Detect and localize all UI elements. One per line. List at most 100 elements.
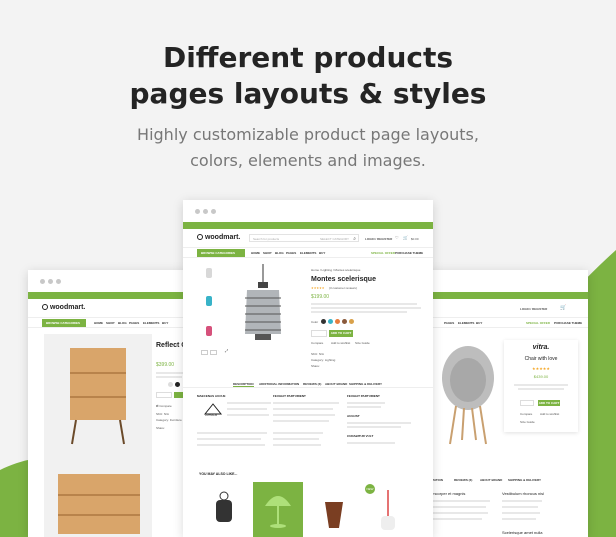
site-logo[interactable]: woodmart.: [197, 234, 240, 241]
headline: Different products pages layouts & style…: [0, 40, 616, 112]
window-chrome: [420, 270, 588, 292]
top-bar: [183, 222, 433, 229]
top-bar: [420, 292, 588, 299]
nav-item[interactable]: BUY: [162, 321, 168, 325]
cart-total[interactable]: $0.00: [411, 237, 419, 241]
nav-item[interactable]: PAGES: [286, 251, 296, 255]
tab-shipping[interactable]: SHIPPING & DELIVERY: [349, 382, 382, 386]
nav-item[interactable]: SHOP: [106, 321, 115, 325]
nav-item[interactable]: HOME: [94, 321, 103, 325]
product-price: $399.00: [156, 362, 175, 368]
thumbnail-3[interactable]: [203, 324, 215, 338]
wishlist-icon[interactable]: ♡: [395, 235, 399, 240]
gallery-arrow-left[interactable]: [201, 350, 208, 355]
zoom-icon[interactable]: ⤢: [225, 348, 228, 353]
nav-item[interactable]: ELEMENTS: [143, 321, 159, 325]
special-offer-link[interactable]: SPECIAL OFFER: [371, 251, 395, 255]
swatch-white[interactable]: [168, 382, 173, 387]
swatch-black[interactable]: [321, 319, 326, 324]
nav-item[interactable]: ELEMENTS: [458, 321, 474, 325]
swatch-blue[interactable]: [328, 319, 333, 324]
add-to-cart-button[interactable]: ADD TO CART: [538, 400, 560, 406]
section-title: Vestibulum rhoncus nisl: [502, 491, 545, 496]
search-icon[interactable]: ⌕: [353, 236, 356, 242]
tab-about-brand[interactable]: ABOUT BRAND: [480, 478, 502, 482]
related-product-card[interactable]: [253, 482, 303, 537]
site-header: LOGIN / REGISTER 🛒: [420, 299, 588, 318]
section-title: AUGUST: [347, 414, 360, 418]
nav-item[interactable]: ELEMENTS: [300, 251, 316, 255]
site-logo[interactable]: woodmart.: [42, 304, 85, 311]
logo-icon: [197, 234, 203, 241]
quantity-stepper[interactable]: [311, 330, 327, 337]
size-guide-link[interactable]: Size Guide: [520, 420, 535, 424]
gallery-arrow-right[interactable]: [210, 350, 217, 355]
description-tabs: DESCRIPTION ADDITIONAL INFORMATION REVIE…: [183, 378, 433, 388]
related-product-card[interactable]: [199, 482, 249, 537]
thumbnail-2[interactable]: [203, 294, 215, 308]
product-card: vitra. Chair with love ★★★★★ $439.00 ADD…: [504, 340, 578, 432]
tab-about-brand[interactable]: ABOUT BRAND: [325, 382, 347, 386]
swatch-amber[interactable]: [349, 319, 354, 324]
nav-item[interactable]: SHOP: [263, 251, 272, 255]
related-product-card[interactable]: NEW: [363, 482, 413, 537]
nav-item[interactable]: HOME: [251, 251, 260, 255]
tab-description[interactable]: DESCRIPTION: [233, 382, 254, 387]
browse-categories-button[interactable]: BROWSE CATEGORIES: [42, 319, 86, 327]
section-title: Scelerisque amet nulla: [502, 530, 543, 535]
tab-shipping[interactable]: SHIPPING & DELIVERY: [508, 478, 541, 482]
compare-link[interactable]: Compare: [311, 341, 323, 345]
search-input[interactable]: Search for products: [253, 237, 279, 241]
quantity-stepper[interactable]: [156, 392, 172, 398]
brand-logo: JOHNSON: [203, 402, 223, 418]
add-to-cart-button[interactable]: ADD TO CART: [329, 330, 353, 337]
window-dot: [195, 209, 200, 214]
window-dot: [56, 279, 61, 284]
purchase-theme-link[interactable]: PURCHASE THEME: [395, 251, 423, 255]
subtitle-line-2: colors, elements and images.: [190, 151, 426, 170]
site-header: woodmart. Search for products SELECT CAT…: [183, 229, 433, 248]
thumbnail-1[interactable]: [203, 266, 215, 280]
nav-item[interactable]: BUY: [319, 251, 325, 255]
login-link[interactable]: LOGIN / REGISTER: [520, 307, 547, 311]
nav-item[interactable]: BLOG: [275, 251, 284, 255]
compare-link[interactable]: Compare: [520, 412, 532, 416]
swatch-orange[interactable]: [335, 319, 340, 324]
category-select[interactable]: SELECT CATEGORY: [320, 237, 349, 241]
swatch-black[interactable]: [175, 382, 180, 387]
compare-link[interactable]: ⇄ Compare: [156, 404, 172, 408]
logo-icon: [42, 304, 48, 311]
swatch-brown[interactable]: [342, 319, 347, 324]
tab-reviews[interactable]: REVIEWS (3): [454, 478, 472, 482]
cart-icon[interactable]: 🛒: [403, 235, 408, 240]
dresser-image: [58, 348, 140, 534]
site-header: woodmart.: [28, 299, 198, 318]
nav-item[interactable]: PAGES: [444, 321, 454, 325]
sku-text: SKU: N/A: [156, 412, 169, 416]
special-offer-link[interactable]: SPECIAL OFFER: [526, 321, 550, 325]
wishlist-link[interactable]: Add to wishlist: [540, 412, 559, 416]
nav-item[interactable]: BLOG: [118, 321, 127, 325]
related-product-card[interactable]: [309, 482, 359, 537]
brand-name: JOHNSON: [205, 414, 218, 417]
browse-categories-button[interactable]: BROWSE CATEGORIES: [197, 249, 245, 257]
purchase-theme-link[interactable]: PURCHASE THEME: [554, 321, 582, 325]
wishlist-link[interactable]: Add to wishlist: [331, 341, 350, 345]
section-title: CURABITUR VULT: [347, 434, 374, 438]
cart-icon[interactable]: 🛒: [560, 305, 566, 311]
nav-item[interactable]: BUY: [476, 321, 482, 325]
chair-image: [442, 346, 494, 445]
login-link[interactable]: LOGIN / REGISTER: [365, 237, 392, 241]
search-bar: Search for products SELECT CATEGORY ⌕: [249, 234, 359, 242]
review-count[interactable]: (3 customer reviews): [329, 286, 357, 290]
main-nav: BROWSE CATEGORIES HOME SHOP BLOG PAGES E…: [183, 248, 433, 258]
window-dot: [40, 279, 45, 284]
green-lamp-image: [265, 496, 291, 528]
tab-reviews[interactable]: REVIEWS (3): [303, 382, 321, 386]
section-title: FEUGIAT PARTURIENT: [347, 394, 380, 398]
main-nav: PAGES ELEMENTS BUY SPECIAL OFFER PURCHAS…: [420, 318, 588, 328]
size-guide-link[interactable]: Size Guide: [355, 341, 370, 345]
nav-item[interactable]: PAGES: [129, 321, 139, 325]
quantity-stepper[interactable]: [520, 400, 534, 406]
tab-additional-information[interactable]: ADDITIONAL INFORMATION: [259, 382, 299, 386]
